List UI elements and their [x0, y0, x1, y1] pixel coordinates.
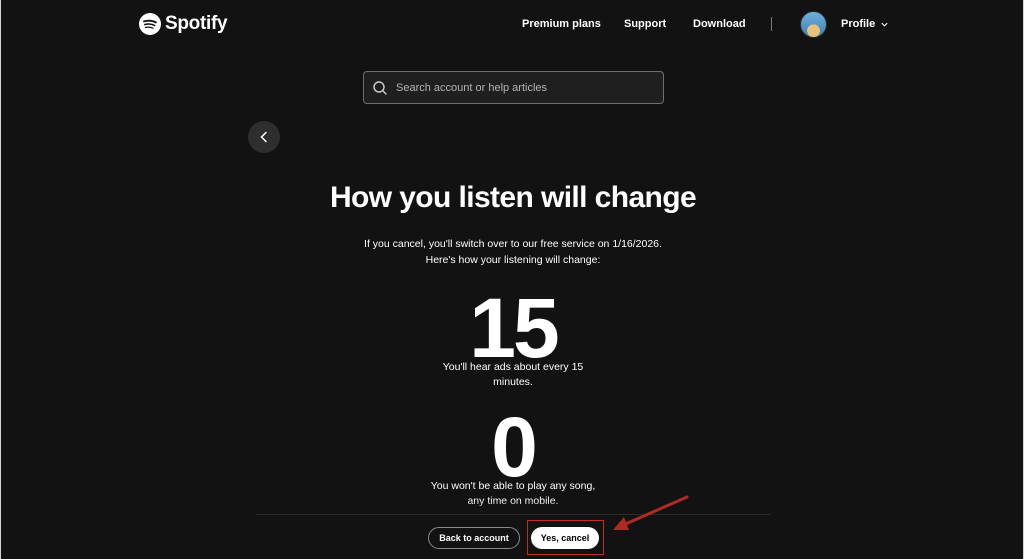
- intro-line-2: Here's how your listening will change:: [425, 254, 601, 266]
- search-box[interactable]: [363, 71, 664, 104]
- scroll-fade: [1, 500, 1023, 520]
- search-input[interactable]: [396, 81, 646, 94]
- intro-line-1: If you cancel, you'll switch over to our…: [364, 238, 662, 250]
- profile-menu[interactable]: Profile: [841, 18, 889, 30]
- chevron-down-icon: [881, 22, 888, 27]
- stat-desc-ads: You'll hear ads about every 15 minutes.: [1, 360, 1023, 390]
- search-icon: [373, 80, 387, 95]
- app-window: Spotify Premium plans Support Download P…: [1, 0, 1023, 559]
- intro-text: If you cancel, you'll switch over to our…: [1, 236, 1023, 268]
- back-button[interactable]: [248, 121, 280, 153]
- nav-premium-plans[interactable]: Premium plans: [522, 18, 601, 30]
- avatar[interactable]: [800, 11, 827, 38]
- annotation-highlight-box: [527, 520, 604, 555]
- nav-support[interactable]: Support: [624, 18, 666, 30]
- stat-number-mobile: 0: [491, 400, 538, 494]
- annotation-arrow-icon: [613, 495, 689, 530]
- chevron-left-icon: [260, 131, 267, 143]
- stat-desc-mobile-line-1: You won't be able to play any song,: [430, 480, 596, 492]
- stat-number-ads: 15: [469, 281, 559, 375]
- back-to-account-button[interactable]: Back to account: [428, 527, 520, 549]
- stat-desc-ads-line-1: You'll hear ads about every 15: [442, 361, 584, 373]
- stat-desc-ads-line-2: minutes.: [493, 376, 533, 388]
- nav-divider: [771, 17, 772, 31]
- nav-download[interactable]: Download: [693, 18, 746, 30]
- profile-label: Profile: [841, 18, 876, 30]
- page-title: How you listen will change: [329, 181, 697, 214]
